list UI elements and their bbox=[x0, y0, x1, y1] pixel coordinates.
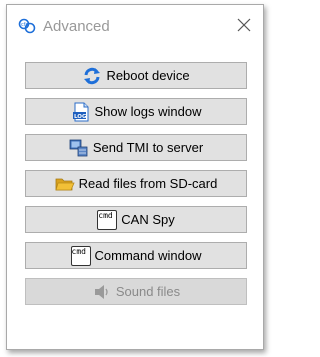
speaker-icon bbox=[92, 282, 112, 302]
cmd-icon: cmd bbox=[70, 245, 91, 266]
log-file-icon: LOG bbox=[71, 102, 91, 122]
sound-files-button: Sound files bbox=[25, 278, 247, 305]
reboot-icon bbox=[82, 66, 102, 86]
app-chain-icon: cfg bbox=[18, 18, 36, 34]
close-icon[interactable] bbox=[237, 18, 251, 32]
command-window-label: Command window bbox=[94, 248, 202, 263]
svg-text:LOG: LOG bbox=[74, 114, 87, 120]
svg-text:cfg: cfg bbox=[21, 22, 29, 28]
read-files-from-sd-card-label: Read files from SD-card bbox=[78, 176, 218, 191]
send-tmi-to-server-label: Send TMI to server bbox=[92, 140, 204, 155]
read-files-from-sd-card-button[interactable]: Read files from SD-card bbox=[25, 170, 247, 197]
command-window-button[interactable]: cmd Command window bbox=[25, 242, 247, 269]
reboot-device-label: Reboot device bbox=[106, 68, 190, 83]
can-spy-label: CAN Spy bbox=[121, 212, 175, 227]
send-server-icon bbox=[69, 138, 89, 158]
window-title: Advanced bbox=[43, 18, 110, 35]
show-logs-window-button[interactable]: LOG Show logs window bbox=[25, 98, 247, 125]
can-spy-button[interactable]: cmd CAN Spy bbox=[25, 206, 247, 233]
show-logs-window-label: Show logs window bbox=[94, 104, 202, 119]
send-tmi-to-server-button[interactable]: Send TMI to server bbox=[25, 134, 247, 161]
advanced-dialog: cfg Advanced Reboot device LOG Show logs… bbox=[6, 4, 264, 350]
cmd-icon: cmd bbox=[97, 209, 118, 230]
reboot-device-button[interactable]: Reboot device bbox=[25, 62, 247, 89]
title-bar[interactable]: cfg Advanced bbox=[7, 5, 263, 43]
sound-files-label: Sound files bbox=[115, 284, 181, 299]
folder-icon bbox=[55, 174, 75, 194]
